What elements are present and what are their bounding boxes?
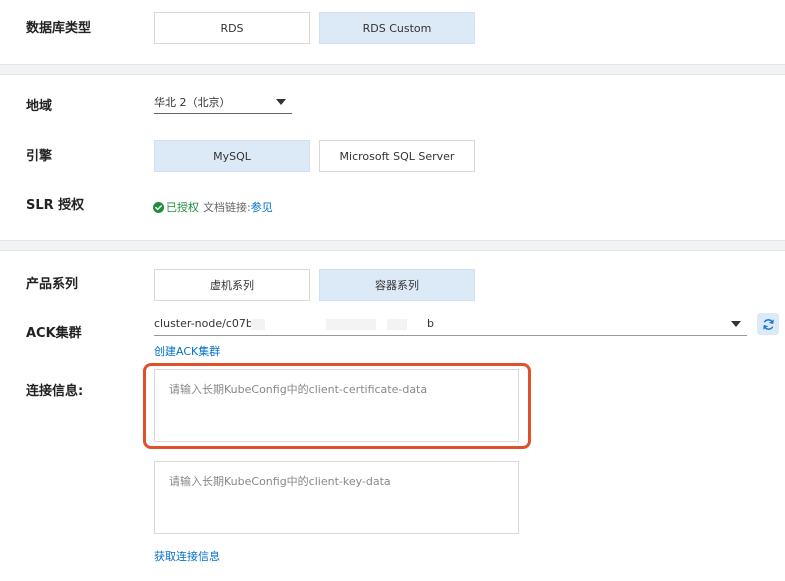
db-type-option-rds-custom-text: RDS Custom bbox=[362, 21, 432, 35]
slr-label: SLR 授权 bbox=[26, 198, 85, 213]
db-type-option-rds[interactable]: RDS bbox=[154, 12, 310, 44]
product-series-option-container[interactable]: 容器系列 bbox=[319, 269, 475, 301]
db-type-option-rds-text: RDS bbox=[220, 21, 244, 35]
region-select-value: 华北 2（北京） bbox=[154, 95, 231, 109]
engine-option-sqlserver[interactable]: Microsoft SQL Server bbox=[319, 140, 475, 172]
product-series-option-vm-text: 虚机系列 bbox=[210, 279, 254, 292]
redacted-mask bbox=[326, 319, 376, 330]
db-type-option-rds-custom[interactable]: RDS Custom bbox=[319, 12, 475, 44]
connection-info-label: 连接信息: bbox=[26, 384, 84, 399]
slr-status-row: 已授权 文档链接: 参见 bbox=[153, 199, 273, 215]
slr-status-text: 已授权 bbox=[166, 201, 199, 214]
redacted-mask bbox=[251, 319, 265, 330]
db-type-section: 数据库类型 RDS RDS Custom bbox=[0, 0, 785, 64]
ack-cluster-select[interactable]: cluster-node/c07b b bbox=[154, 312, 747, 336]
basic-config-section: 地域 华北 2（北京） 引擎 MySQL Microsoft SQL Serve… bbox=[0, 75, 785, 240]
client-certificate-input[interactable] bbox=[154, 369, 519, 442]
ack-cluster-label: ACK集群 bbox=[26, 326, 82, 341]
client-key-input[interactable] bbox=[154, 461, 519, 534]
db-type-label: 数据库类型 bbox=[26, 21, 92, 36]
chevron-down-icon bbox=[276, 99, 286, 105]
refresh-button[interactable] bbox=[757, 313, 779, 335]
product-series-label: 产品系列 bbox=[26, 277, 79, 292]
get-connection-info-link[interactable]: 获取连接信息 bbox=[154, 548, 220, 564]
region-select[interactable]: 华北 2（北京） bbox=[154, 90, 292, 114]
engine-label: 引擎 bbox=[26, 149, 53, 164]
product-series-option-container-text: 容器系列 bbox=[375, 279, 419, 292]
slr-doc-link[interactable]: 参见 bbox=[251, 199, 273, 215]
chevron-down-icon bbox=[731, 321, 741, 327]
region-label: 地域 bbox=[26, 99, 53, 114]
slr-doc-prefix: 文档链接: bbox=[203, 201, 251, 214]
cluster-config-section: 产品系列 虚机系列 容器系列 ACK集群 cluster-node/c07b b… bbox=[0, 251, 785, 581]
create-ack-cluster-link[interactable]: 创建ACK集群 bbox=[154, 343, 220, 359]
engine-option-sqlserver-text: Microsoft SQL Server bbox=[339, 149, 455, 163]
engine-option-mysql[interactable]: MySQL bbox=[154, 140, 310, 172]
product-series-option-vm[interactable]: 虚机系列 bbox=[154, 269, 310, 301]
check-circle-icon bbox=[153, 201, 164, 213]
section-divider-2 bbox=[0, 240, 785, 251]
redacted-mask bbox=[387, 319, 407, 330]
ack-cluster-value-suffix: b bbox=[427, 317, 434, 330]
section-divider-1 bbox=[0, 64, 785, 75]
refresh-icon bbox=[762, 318, 774, 330]
ack-cluster-value-prefix: cluster-node/c07b bbox=[154, 317, 253, 330]
engine-option-mysql-text: MySQL bbox=[213, 149, 251, 163]
